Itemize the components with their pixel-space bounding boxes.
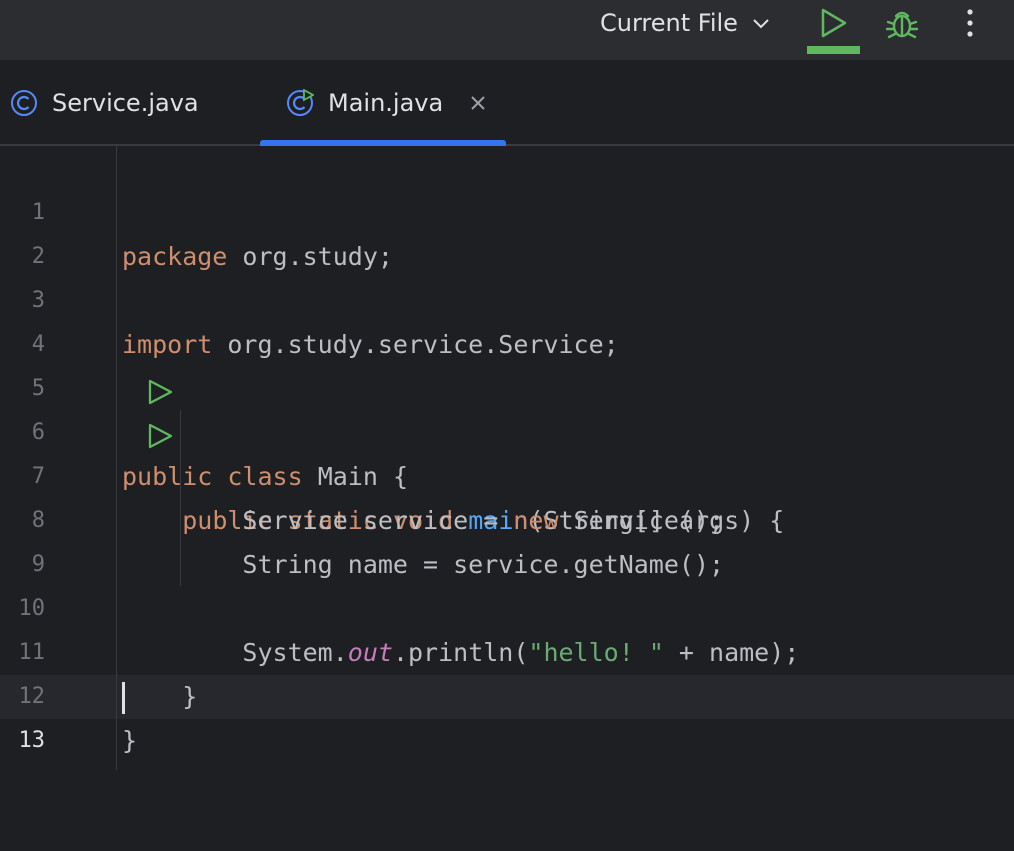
run-active-indicator: [807, 46, 860, 54]
tab-main-java[interactable]: Main.java: [260, 62, 506, 146]
code-line: 3 import org.study.service.Service;: [0, 235, 1014, 359]
text-caret: [122, 682, 125, 714]
line-number: 13: [18, 728, 46, 753]
more-actions-button[interactable]: [956, 6, 984, 42]
code-line: 4: [0, 279, 1014, 357]
code-editor[interactable]: 1 package org.study; 2 3 import org.stud…: [0, 146, 1014, 770]
more-vertical-icon: [967, 9, 973, 37]
code-line: 11 }: [0, 587, 1014, 711]
editor-tab-bar: Service.java Main.java: [0, 62, 1014, 146]
class-icon: [11, 90, 37, 116]
chevron-down-icon: [750, 12, 772, 34]
code-line: 9: [0, 499, 1014, 577]
close-icon[interactable]: [469, 94, 487, 112]
run-configuration-selector[interactable]: Current File: [600, 8, 772, 38]
tab-label: Main.java: [328, 89, 444, 117]
main-toolbar: Current File: [0, 0, 1014, 60]
run-button[interactable]: [807, 0, 860, 54]
code-line: 1 package org.study;: [0, 147, 1014, 271]
code-line: 10 System.out.println("hello! " + name);: [0, 543, 1014, 667]
code-line: 6 public static void main(String[] args)…: [0, 367, 1014, 535]
tab-service-java[interactable]: Service.java: [10, 62, 199, 144]
code-line: 8 String name = service.getName();: [0, 455, 1014, 579]
run-gutter-icon[interactable]: [56, 376, 173, 449]
code-line: 7 Service service = new Service();: [0, 411, 1014, 535]
code-line: 2: [0, 191, 1014, 269]
debug-button[interactable]: [884, 6, 920, 42]
code-line-current: 13: [0, 675, 1014, 753]
run-icon: [821, 8, 847, 38]
tab-label: Service.java: [52, 89, 199, 117]
run-gutter-icon[interactable]: [56, 332, 173, 405]
run-configuration-label: Current File: [600, 9, 738, 37]
debug-bug-icon: [885, 11, 919, 39]
class-runnable-icon: [287, 89, 314, 116]
code-line: 5 public class Main {: [0, 323, 1014, 491]
code-line: 12 }: [0, 631, 1014, 755]
